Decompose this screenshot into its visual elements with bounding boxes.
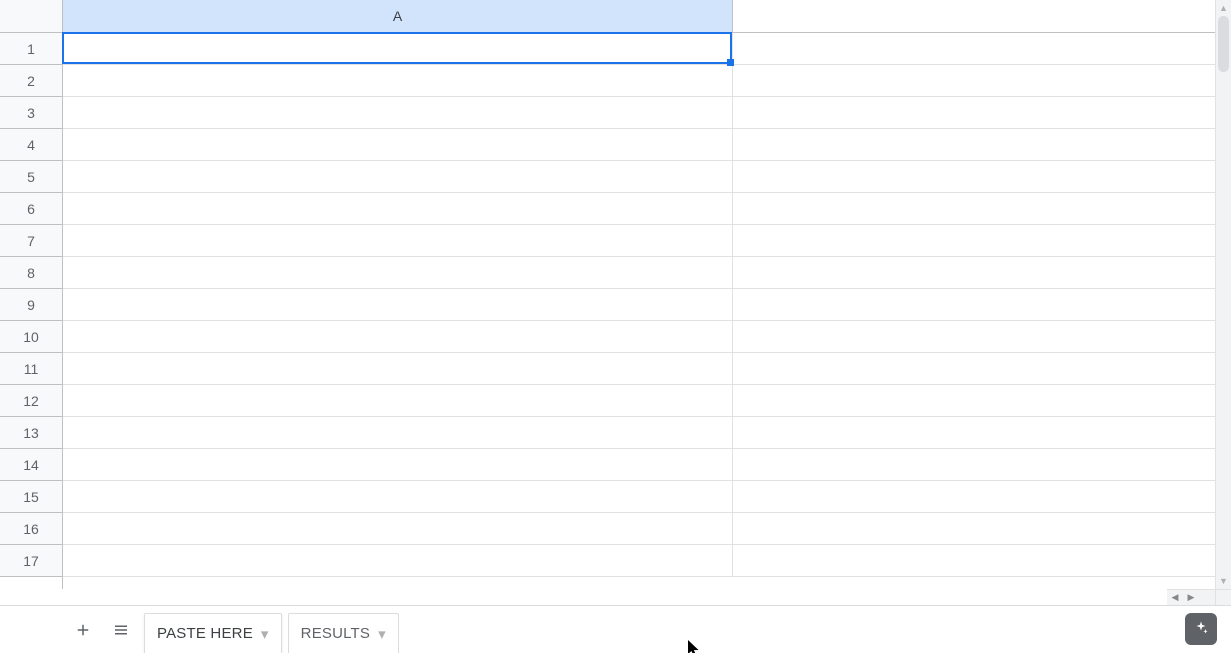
vertical-scroll-thumb[interactable]	[1218, 16, 1229, 72]
row-header[interactable]: 15	[0, 481, 62, 513]
cell[interactable]	[63, 545, 733, 576]
row-headers: 1234567891011121314151617	[0, 33, 63, 589]
row-header[interactable]: 9	[0, 289, 62, 321]
row	[63, 193, 1215, 225]
vertical-scroll-track[interactable]	[1216, 16, 1231, 573]
sheet-tab[interactable]: PASTE HERE ▾	[144, 613, 282, 653]
all-sheets-button[interactable]	[106, 614, 136, 646]
explore-button[interactable]	[1185, 613, 1217, 645]
add-sheet-button[interactable]	[68, 614, 98, 646]
row	[63, 65, 1215, 97]
cell[interactable]	[63, 161, 733, 192]
scroll-up-arrow-icon[interactable]: ▲	[1216, 0, 1231, 16]
spreadsheet-grid: A 1234567891011121314151617 ▲ ▼ ◀▶	[0, 0, 1231, 605]
cell[interactable]	[63, 449, 733, 480]
row-header[interactable]: 6	[0, 193, 62, 225]
scrollbar-corner	[1215, 589, 1231, 605]
sparkle-icon	[1192, 620, 1210, 638]
cell[interactable]	[63, 385, 733, 416]
row	[63, 417, 1215, 449]
row-header[interactable]: 5	[0, 161, 62, 193]
select-all-corner[interactable]	[0, 0, 63, 33]
row	[63, 33, 1215, 65]
row-header[interactable]: 10	[0, 321, 62, 353]
row	[63, 225, 1215, 257]
row-header[interactable]: 12	[0, 385, 62, 417]
cell[interactable]	[63, 289, 733, 320]
row	[63, 513, 1215, 545]
sheet-tabs: PASTE HERE ▾ RESULTS ▾	[144, 606, 405, 653]
sheet-tab[interactable]: RESULTS ▾	[288, 613, 399, 653]
cell[interactable]	[63, 321, 733, 352]
scroll-down-arrow-icon[interactable]: ▼	[1216, 573, 1231, 589]
sheet-tab-label: PASTE HERE	[157, 625, 253, 642]
row	[63, 545, 1215, 577]
row-header[interactable]: 13	[0, 417, 62, 449]
cell[interactable]	[63, 65, 733, 96]
sheet-tab-bar: PASTE HERE ▾ RESULTS ▾	[0, 605, 1231, 653]
cell[interactable]	[63, 97, 733, 128]
cell[interactable]	[63, 33, 733, 64]
row-header[interactable]: 3	[0, 97, 62, 129]
sheet-tab-label: RESULTS	[301, 625, 370, 642]
cell[interactable]	[63, 353, 733, 384]
row	[63, 129, 1215, 161]
row-header[interactable]: 11	[0, 353, 62, 385]
column-header[interactable]: A	[63, 0, 733, 32]
row	[63, 481, 1215, 513]
cells-area[interactable]	[63, 33, 1215, 589]
row-header[interactable]: 17	[0, 545, 62, 577]
row	[63, 289, 1215, 321]
row	[63, 321, 1215, 353]
column-headers: A	[63, 0, 1215, 33]
vertical-scrollbar[interactable]: ▲ ▼	[1215, 0, 1231, 589]
row	[63, 385, 1215, 417]
cell[interactable]	[63, 193, 733, 224]
cell[interactable]	[63, 257, 733, 288]
row	[63, 257, 1215, 289]
cell[interactable]	[63, 481, 733, 512]
row-header[interactable]: 2	[0, 65, 62, 97]
scroll-right-arrow-icon[interactable]: ▶	[1183, 590, 1199, 605]
chevron-down-icon[interactable]: ▾	[378, 625, 386, 643]
row-header[interactable]: 14	[0, 449, 62, 481]
scroll-left-arrow-icon[interactable]: ◀	[1167, 590, 1183, 605]
cell[interactable]	[63, 513, 733, 544]
row-header[interactable]: 7	[0, 225, 62, 257]
row-header[interactable]: 16	[0, 513, 62, 545]
row	[63, 449, 1215, 481]
row-header[interactable]: 8	[0, 257, 62, 289]
row	[63, 97, 1215, 129]
chevron-down-icon[interactable]: ▾	[261, 625, 269, 643]
plus-icon	[74, 621, 92, 639]
cell[interactable]	[63, 417, 733, 448]
row	[63, 161, 1215, 193]
menu-icon	[112, 621, 130, 639]
row-header[interactable]: 1	[0, 33, 62, 65]
horizontal-scrollbar[interactable]: ◀▶	[1167, 589, 1215, 605]
cell[interactable]	[63, 225, 733, 256]
cell[interactable]	[63, 129, 733, 160]
row-header[interactable]: 4	[0, 129, 62, 161]
row	[63, 353, 1215, 385]
